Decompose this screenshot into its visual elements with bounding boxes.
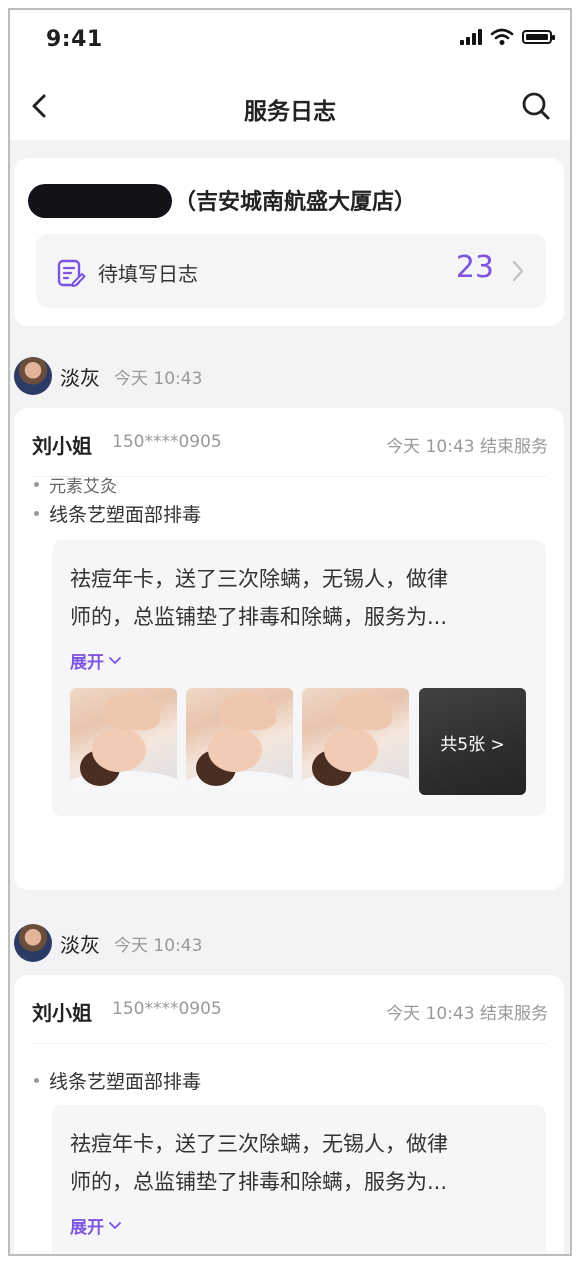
expand-button[interactable]: 展开 xyxy=(70,1213,122,1238)
photo-detail xyxy=(104,694,160,730)
signal-icon xyxy=(460,29,482,45)
chevron-down-icon xyxy=(109,656,121,664)
note-box: 祛痘年卡，送了三次除螨，无锡人，做律 师的，总监铺垫了排毒和除螨，服务为... … xyxy=(52,540,546,816)
edit-note-icon xyxy=(57,259,86,287)
bullet-dot xyxy=(34,1078,39,1083)
service-item: 元素艾灸 xyxy=(34,472,117,497)
note-line: 祛痘年卡，送了三次除螨，无锡人，做律 xyxy=(70,1132,448,1156)
store-card: （吉安城南航盛大厦店） 待填写日志 23 xyxy=(14,158,564,326)
note-text: 祛痘年卡，送了三次除螨，无锡人，做律 师的，总监铺垫了排毒和除螨，服务为... xyxy=(70,1125,528,1201)
log-card[interactable]: 刘小姐 150****0905 今天 10:43 结束服务 线条艺塑面部排毒 祛… xyxy=(14,975,564,1254)
avatar[interactable] xyxy=(14,357,52,395)
service-status: 今天 10:43 结束服务 xyxy=(386,437,548,457)
service-label: 线条艺塑面部排毒 xyxy=(49,1071,202,1093)
service-label: 元素艾灸 xyxy=(49,477,117,497)
photo-thumbnail[interactable] xyxy=(70,688,177,795)
service-status: 今天 10:43 结束服务 xyxy=(386,1004,548,1024)
photo-detail xyxy=(92,728,146,772)
chevron-down-icon xyxy=(109,1221,121,1229)
photo-detail xyxy=(208,728,262,772)
divider xyxy=(32,1043,546,1044)
bullet-dot xyxy=(34,482,39,487)
note-box: 祛痘年卡，送了三次除螨，无锡人，做律 师的，总监铺垫了排毒和除螨，服务为... … xyxy=(52,1105,546,1254)
page-title: 服务日志 xyxy=(244,99,336,125)
customer-name: 刘小姐 xyxy=(32,434,92,458)
photo-detail xyxy=(336,694,392,730)
photo-thumbnail[interactable] xyxy=(302,688,409,795)
log-author-row: 淡灰 今天 10:43 xyxy=(14,923,202,963)
author-name: 淡灰 xyxy=(60,365,100,390)
bullet-dot xyxy=(34,511,39,516)
status-time: 9:41 xyxy=(46,27,103,52)
service-label: 线条艺塑面部排毒 xyxy=(49,504,202,526)
note-line: 师的，总监铺垫了排毒和除螨，服务为... xyxy=(70,605,448,629)
author-time: 今天 10:43 xyxy=(114,935,203,956)
note-line: 师的，总监铺垫了排毒和除螨，服务为... xyxy=(70,1170,448,1194)
customer-name: 刘小姐 xyxy=(32,1001,92,1025)
app-frame: 9:41 服务日志 （吉安城南航盛大厦店） 待填写日志 23 淡灰 今天 10:… xyxy=(8,8,572,1256)
service-item: 线条艺塑面部排毒 xyxy=(34,1067,201,1094)
log-author-row: 淡灰 今天 10:43 xyxy=(14,356,202,396)
avatar[interactable] xyxy=(14,924,52,962)
service-item: 线条艺塑面部排毒 xyxy=(34,500,201,527)
photo-thumbnail[interactable] xyxy=(186,688,293,795)
photo-more-button[interactable]: 共5张 > xyxy=(419,688,526,795)
expand-label: 展开 xyxy=(70,1218,104,1238)
photo-detail xyxy=(324,728,378,772)
note-text: 祛痘年卡，送了三次除螨，无锡人，做律 师的，总监铺垫了排毒和除螨，服务为... xyxy=(70,560,528,636)
log-card[interactable]: 刘小姐 150****0905 今天 10:43 结束服务 元素艾灸 线条艺塑面… xyxy=(14,408,564,890)
pending-logs-row[interactable]: 待填写日志 23 xyxy=(36,234,546,308)
wifi-icon xyxy=(490,28,514,45)
customer-phone: 150****0905 xyxy=(112,432,222,452)
store-name: （吉安城南航盛大厦店） xyxy=(174,190,417,215)
nav-bar: 服务日志 xyxy=(10,72,570,140)
search-icon[interactable] xyxy=(518,88,554,124)
pending-label: 待填写日志 xyxy=(98,262,198,286)
pending-count: 23 xyxy=(455,250,494,285)
status-icons xyxy=(460,28,555,46)
chevron-right-icon xyxy=(512,260,524,282)
photo-count-label: 共5张 > xyxy=(440,735,505,755)
author-name: 淡灰 xyxy=(60,932,100,957)
redacted-store-name xyxy=(28,184,172,218)
author-time: 今天 10:43 xyxy=(114,368,203,389)
expand-button[interactable]: 展开 xyxy=(70,648,122,673)
battery-icon xyxy=(522,30,555,44)
customer-phone: 150****0905 xyxy=(112,999,222,1019)
note-line: 祛痘年卡，送了三次除螨，无锡人，做律 xyxy=(70,567,448,591)
expand-label: 展开 xyxy=(70,653,104,673)
status-bar: 9:41 xyxy=(10,10,570,72)
photo-detail xyxy=(220,694,276,730)
